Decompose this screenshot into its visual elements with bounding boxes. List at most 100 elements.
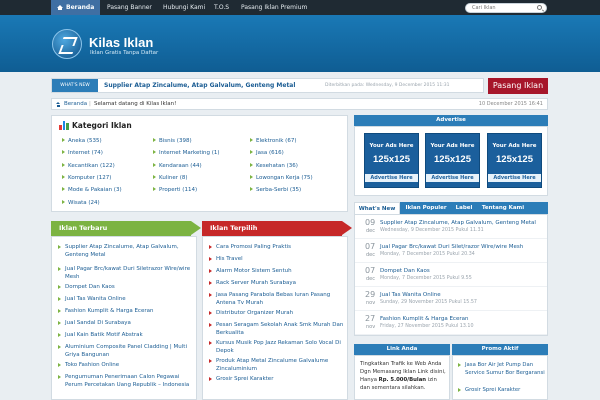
bullet-icon	[250, 187, 253, 192]
bullet-icon	[209, 293, 212, 297]
search-icon[interactable]	[537, 5, 542, 10]
list-item[interactable]: Supplier Atap Zincalume, Atap Galvalum, …	[58, 243, 193, 259]
feed-title: Dompet Dan Kaos	[380, 268, 430, 274]
nav-item-tos[interactable]: T.O.S	[208, 0, 235, 15]
category-link-elektronik[interactable]: Elektronik (67)	[250, 138, 296, 144]
ticker-headline[interactable]: Supplier Atap Zincalume, Atap Galvalum, …	[104, 82, 295, 89]
iklan-terbaru-header: Iklan Terbaru	[51, 221, 201, 236]
list-item[interactable]: Distributor Organizer Murah	[209, 309, 344, 317]
list-item[interactable]: Pengumuman Penerimaan Calon Pegawai Peru…	[58, 373, 193, 389]
tab-label[interactable]: Label	[452, 202, 476, 214]
promo-item[interactable]: Jasa Bor Air Jet Pump Dan Service Sumur …	[458, 361, 545, 377]
site-tagline: Iklan Gratis Tanpa Daftar	[90, 50, 159, 56]
kategori-title: Kategori Iklan	[72, 121, 132, 130]
bullet-icon	[458, 363, 461, 367]
category-link-mode-pakaian[interactable]: Mode & Pakaian (3)	[62, 187, 122, 193]
current-date: 10 December 2015 16:41	[478, 101, 543, 107]
list-item[interactable]: Pesan Seragam Sekolah Anak Smk Murah Dan…	[209, 321, 344, 337]
iklan-terpilih-header: Iklan Terpilih	[202, 221, 352, 236]
bullet-icon	[58, 267, 61, 271]
feed-item[interactable]: 29 nov Jual Tas Wanita Online Sunday, 29 No…	[355, 287, 547, 311]
bullet-icon	[458, 388, 461, 392]
list-item[interactable]: Jasa Pasang Parabola Bebas Iuran Pasang …	[209, 291, 344, 307]
ad-slot-1[interactable]: Your Ads Here 125x125 Advertise Here	[364, 133, 419, 188]
category-link-lowongan-kerja[interactable]: Lowongan Kerja (75)	[250, 174, 313, 181]
list-item[interactable]: Jual Sandal Di Surabaya	[58, 319, 193, 327]
bullet-icon	[62, 174, 65, 179]
category-link-jasa[interactable]: Jasa (616)	[250, 150, 284, 156]
whats-new-feed: 09 dec Supplier Atap Zincalume, Atap Galva…	[354, 214, 548, 336]
iklan-terpilih-list: Cara Promosi Paling Praktis His Travel Ala…	[202, 236, 348, 400]
category-link-internet[interactable]: Internet (74)	[62, 150, 103, 156]
list-item[interactable]: Produk Atap Metal Zincalume Galvalume Zi…	[209, 357, 344, 373]
nav-item-pasang-banner[interactable]: Pasang Banner	[101, 0, 158, 15]
sidebar-tabs: What's New Iklan Populer Label Tentang K…	[354, 202, 548, 214]
ad-slot-2[interactable]: Your Ads Here 125x125 Advertise Here	[425, 133, 480, 188]
bullet-icon	[209, 359, 212, 363]
bullet-icon	[62, 187, 65, 192]
advertise-header: Advertise	[354, 115, 548, 126]
breadcrumb-home[interactable]: Beranda	[64, 101, 87, 107]
bullet-icon	[250, 138, 253, 142]
category-link-properti[interactable]: Properti (114)	[153, 187, 197, 193]
list-item[interactable]: Kursus Musik Pop Jazz Rekaman Solo Vocal…	[209, 339, 344, 355]
list-item[interactable]: Fashion Kumplit & Harga Eceran	[58, 307, 193, 315]
bullet-icon	[58, 345, 61, 349]
feed-item[interactable]: 09 dec Supplier Atap Zincalume, Atap Galva…	[355, 215, 547, 239]
promo-item[interactable]: Grosir Sprei Karakter	[458, 386, 545, 394]
feed-item[interactable]: 27 nov Fashion Kumplit & Harga Eceran Frida…	[355, 311, 547, 335]
list-item[interactable]: Dompet Dan Kaos	[58, 283, 193, 291]
feed-mon: dec	[366, 252, 375, 258]
bullet-icon	[209, 323, 212, 327]
feed-when: Monday, 7 December 2015 Pukul 20.34	[380, 252, 475, 257]
list-item[interactable]: Jual Kain Batik Motif Abstrak	[58, 331, 193, 339]
site-logo[interactable]	[52, 29, 82, 59]
category-link-aneka[interactable]: Aneka (535)	[62, 138, 102, 144]
bullet-icon	[58, 245, 61, 249]
list-item[interactable]: Jual Tas Wanita Online	[58, 295, 193, 303]
ad-slot-3[interactable]: Your Ads Here 125x125 Advertise Here	[487, 133, 542, 188]
nav-item-hubungi-kami[interactable]: Hubungi Kami	[157, 0, 211, 15]
kategori-panel: Kategori Iklan Aneka (535) Internet (74) K…	[51, 115, 348, 212]
nav-item-beranda[interactable]: Beranda	[51, 0, 101, 15]
category-link-kuliner[interactable]: Kuliner (8)	[153, 174, 188, 181]
bullet-icon	[250, 162, 253, 167]
list-item[interactable]: His Travel	[209, 255, 344, 263]
feed-day: 09	[365, 218, 376, 227]
feed-item[interactable]: 07 dec Dompet Dan Kaos Monday, 7 December 2…	[355, 263, 547, 287]
tab-tentang-kami[interactable]: Tentang Kami	[478, 202, 528, 214]
tab-iklan-populer[interactable]: Iklan Populer	[402, 202, 450, 214]
bullet-icon	[209, 377, 212, 381]
search-input[interactable]	[472, 4, 532, 12]
site-title[interactable]: Kilas Iklan	[89, 35, 153, 50]
category-link-komputer[interactable]: Komputer (127)	[62, 174, 111, 181]
breadcrumb-current: Selamat datang di Kilas Iklan!	[94, 101, 177, 107]
category-link-bisnis[interactable]: Bisnis (398)	[153, 138, 192, 144]
list-item[interactable]: Toko Fashion Online	[58, 361, 193, 369]
bullet-icon	[62, 199, 65, 204]
tab-whats-new[interactable]: What's New	[354, 202, 400, 214]
nav-item-pasang-iklan-premium[interactable]: Pasang Iklan Premium	[235, 0, 313, 15]
link-anda-text: Tingkatkan Trafik ke Web Anda Dgn Memasa…	[360, 361, 446, 391]
category-link-kendaraan[interactable]: Kendaraan (44)	[153, 162, 202, 169]
list-item[interactable]: Grosir Sprei Karakter	[209, 375, 344, 383]
list-item[interactable]: Cara Promosi Paling Praktis	[209, 243, 344, 251]
bullet-icon	[209, 245, 212, 249]
category-link-serba-serbi[interactable]: Serba-Serbi (35)	[250, 187, 301, 193]
list-item[interactable]: Jual Pagar Brc/kawat Duri Siletrazor Wir…	[58, 265, 193, 281]
list-item[interactable]: Aluminium Composite Panel Cladding | Mul…	[58, 343, 193, 359]
bullet-icon	[209, 341, 212, 345]
feed-when: Monday, 7 December 2015 Pukul 9.55	[380, 276, 472, 281]
category-link-internet-marketing[interactable]: Internet Marketing (1)	[153, 150, 220, 156]
category-link-wisata[interactable]: Wisata (24)	[62, 199, 100, 206]
list-item[interactable]: Alarm Motor Sistem Sentuh	[209, 267, 344, 275]
feed-when: Sunday, 29 November 2015 Pukul 15.57	[380, 300, 477, 305]
category-link-kesehatan[interactable]: Kesehatan (36)	[250, 162, 298, 169]
pasang-iklan-button[interactable]: Pasang Iklan	[488, 78, 548, 94]
feed-title: Fashion Kumplit & Harga Eceran	[380, 316, 469, 322]
category-link-kecantikan[interactable]: Kecantikan (122)	[62, 162, 115, 169]
feed-item[interactable]: 07 dec Jual Pagar Brc/kawat Duri Silet/raz…	[355, 239, 547, 263]
bullet-icon	[153, 174, 156, 179]
home-icon	[57, 5, 63, 10]
list-item[interactable]: Rack Server Murah Surabaya	[209, 279, 344, 287]
